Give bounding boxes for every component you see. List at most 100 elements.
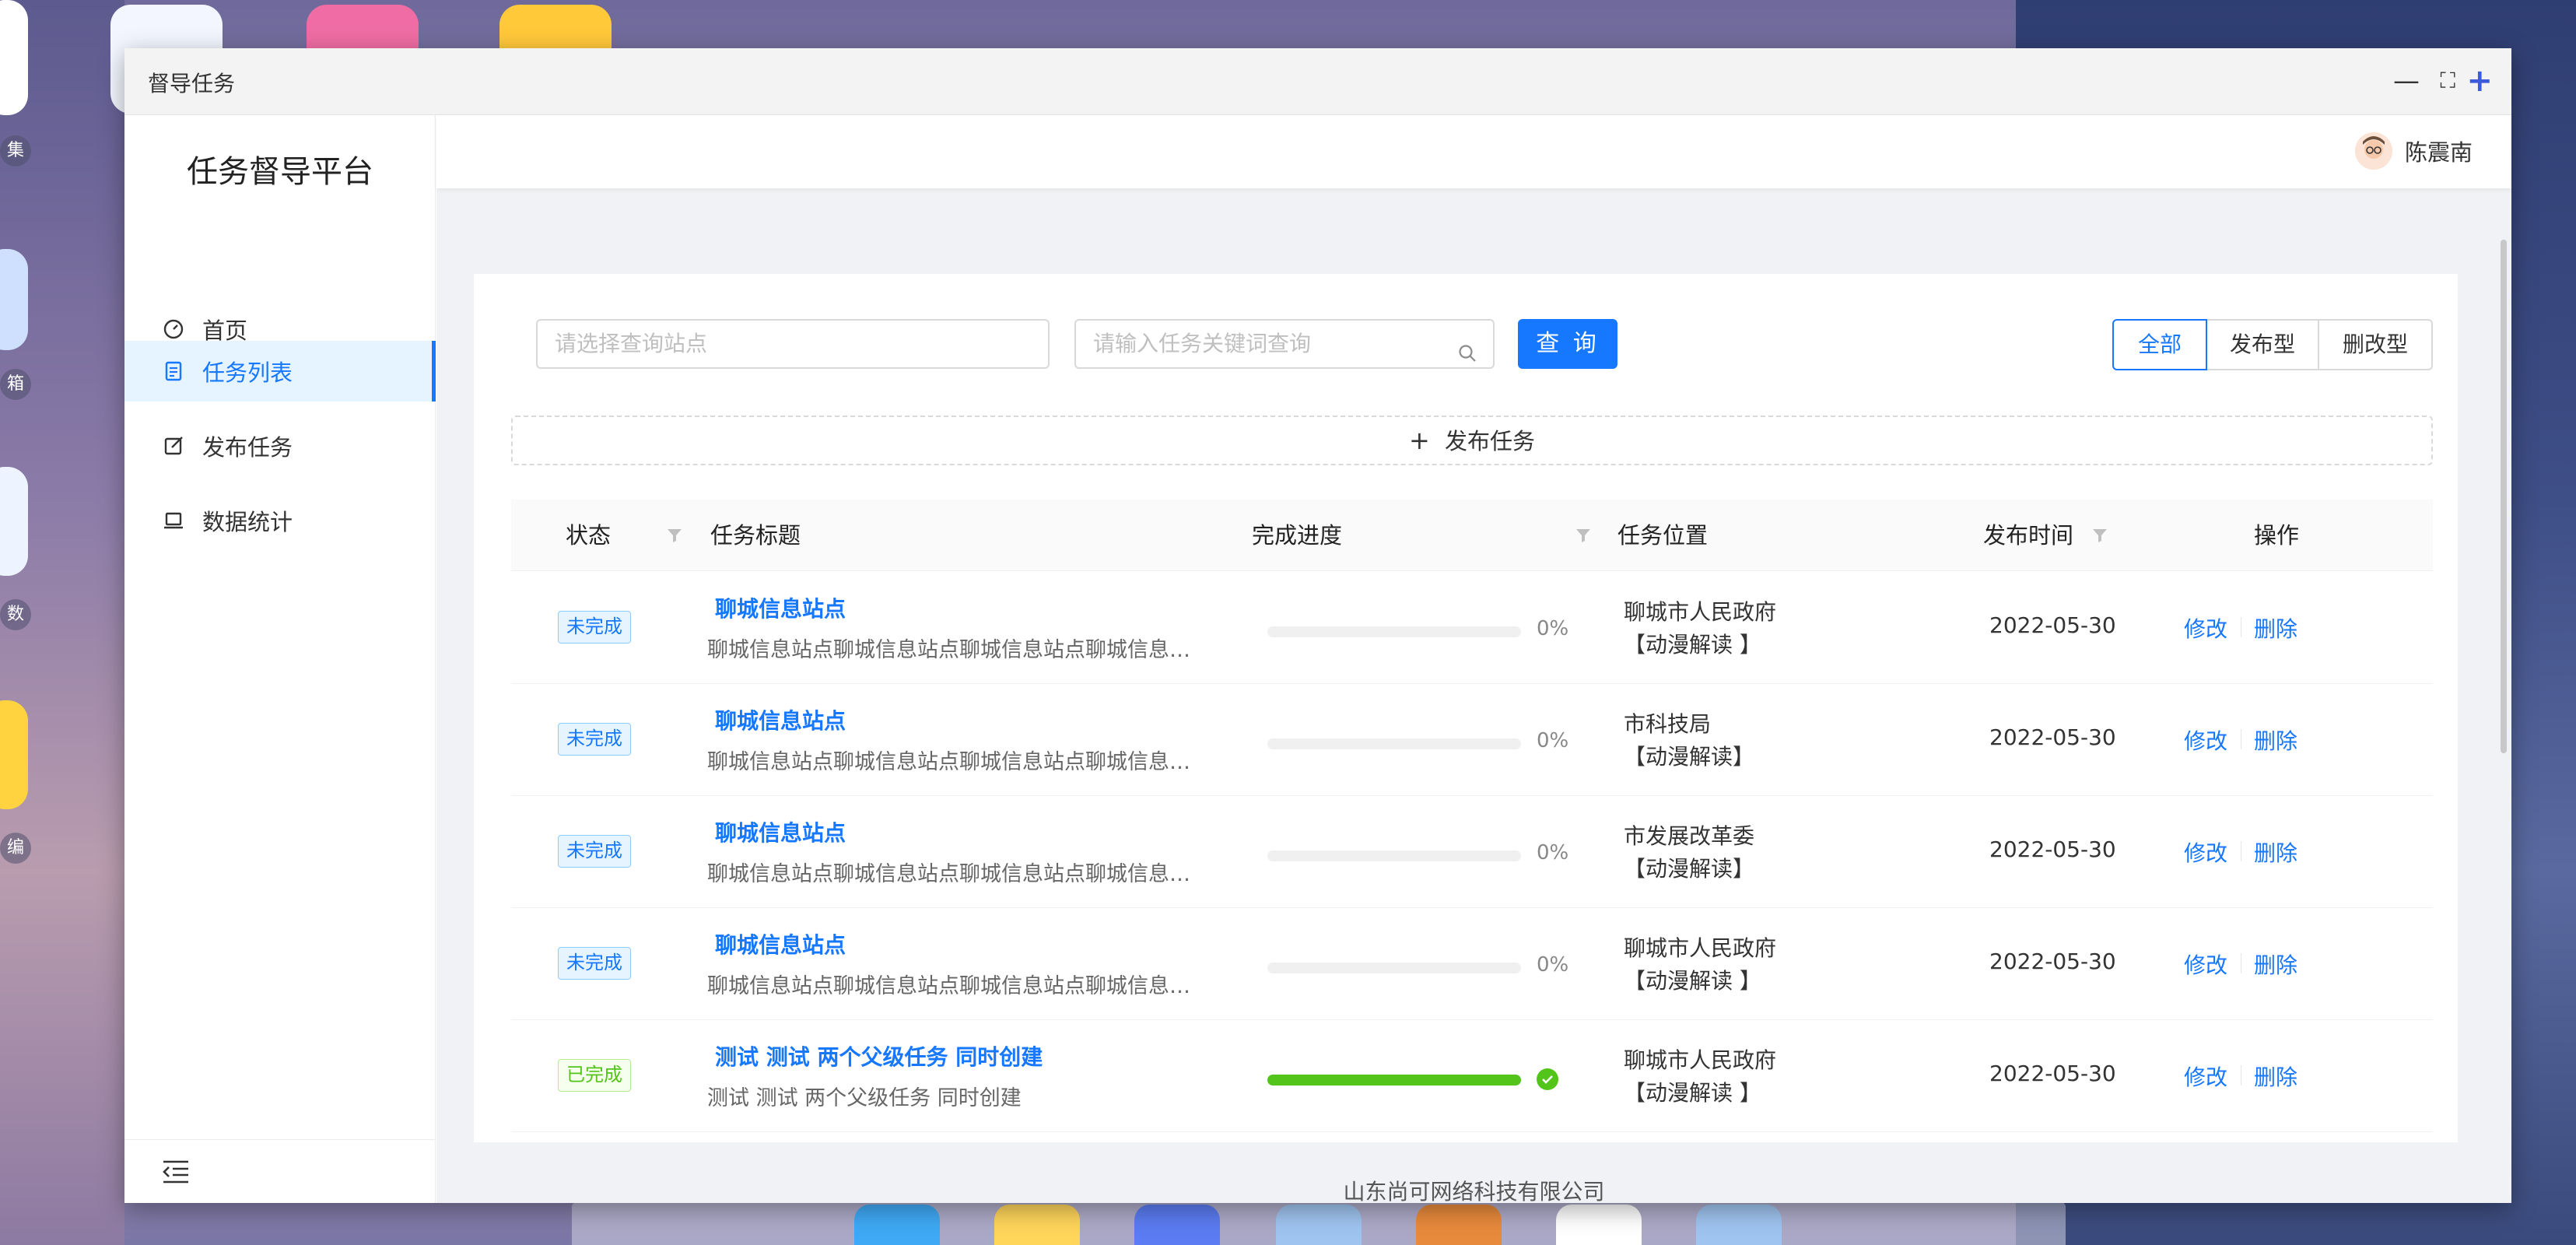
query-button[interactable]: 查 询 (1518, 319, 1617, 369)
search-icon[interactable] (1457, 333, 1477, 380)
site-select[interactable]: 请选择查询站点 (536, 319, 1050, 369)
top-header: 陈震南 (436, 115, 2511, 188)
desktop-app-icon[interactable] (0, 0, 28, 115)
dock-app-icon[interactable] (1416, 1205, 1502, 1245)
delete-button[interactable]: 删除 (2254, 612, 2297, 644)
dock-app-icon[interactable] (1276, 1205, 1362, 1245)
desktop-app-icon[interactable] (0, 249, 28, 350)
sidebar-item-statistics[interactable]: 数据统计 (124, 490, 436, 551)
delete-button[interactable]: 删除 (2254, 724, 2297, 756)
sidebar-item-label: 发布任务 (202, 434, 293, 461)
task-description: 聊城信息站点聊城信息站点聊城信息站点聊城信息站点聊城信息站点 (707, 750, 1205, 774)
publish-task-label: 发布任务 (1445, 428, 1536, 454)
add-icon[interactable]: + (2466, 65, 2493, 96)
column-header-status: 状态 (566, 522, 612, 549)
list-icon (162, 359, 185, 383)
progress-bar (1267, 1075, 1521, 1085)
status-badge: 未完成 (558, 723, 631, 756)
table-row: 未完成 聊城信息站点 聊城信息站点聊城信息站点聊城信息站点聊城信息站点聊城信息站… (511, 908, 2433, 1020)
scrollbar[interactable] (2501, 240, 2507, 753)
task-description: 聊城信息站点聊城信息站点聊城信息站点聊城信息站点聊城信息站点 (707, 974, 1205, 998)
task-title-link[interactable]: 聊城信息站点 (715, 928, 846, 959)
column-header-progress: 完成进度 (1252, 522, 1343, 549)
desktop-app-icon[interactable] (0, 467, 28, 576)
sidebar-item-label: 数据统计 (202, 509, 293, 535)
app-window: 督导任务 — ⛶ + 任务督导平台 首页 任务列表 发布任务 数据统计 陈震南 … (124, 48, 2511, 1205)
dock-app-icon[interactable] (994, 1205, 1080, 1245)
desktop-app-label: 编 (0, 833, 31, 864)
progress-fill (1267, 1075, 1521, 1085)
task-description: 聊城信息站点聊城信息站点聊城信息站点聊城信息站点聊城信息站点 (707, 638, 1205, 662)
sidebar: 任务督导平台 首页 任务列表 发布任务 数据统计 (124, 115, 436, 1203)
dock-app-icon[interactable] (1556, 1205, 1642, 1245)
sidebar-footer (124, 1139, 436, 1203)
search-input[interactable]: 请输入任务关键词查询 (1074, 319, 1495, 369)
edit-button[interactable]: 修改 (2184, 1061, 2227, 1092)
minimize-icon[interactable]: — (2393, 65, 2420, 96)
publish-date: 2022-05-30 (1989, 836, 2116, 862)
filter-icon[interactable] (1575, 528, 1591, 543)
fullscreen-icon[interactable]: ⛶ (2440, 65, 2455, 96)
publish-date: 2022-05-30 (1989, 949, 2116, 974)
brand-title: 任务督导平台 (187, 154, 373, 190)
desktop-app-icon[interactable] (0, 700, 28, 809)
filter-all-button[interactable]: 全部 (2112, 319, 2207, 370)
progress-text: 0% (1537, 729, 1569, 752)
location-primary: 市科技局 (1624, 711, 1712, 737)
task-title-link[interactable]: 聊城信息站点 (715, 704, 846, 735)
delete-button[interactable]: 删除 (2254, 836, 2297, 868)
filter-edit-type-button[interactable]: 删改型 (2318, 319, 2433, 370)
status-badge: 未完成 (558, 835, 631, 868)
column-header-title: 任务标题 (710, 522, 801, 549)
publish-date: 2022-05-30 (1989, 724, 2116, 750)
user-menu[interactable]: 陈震南 (2354, 132, 2473, 170)
progress-text: 0% (1537, 617, 1569, 640)
window-titlebar[interactable]: 督导任务 — ⛶ + (124, 48, 2511, 115)
task-title-link[interactable]: 聊城信息站点 (715, 816, 846, 847)
edit-button[interactable]: 修改 (2184, 612, 2227, 644)
location-primary: 聊城市人民政府 (1624, 935, 1777, 961)
status-badge: 未完成 (558, 611, 631, 644)
dock-app-icon[interactable] (854, 1205, 940, 1245)
laptop-icon (162, 509, 185, 532)
table-row: 已完成 测试 测试 两个父级任务 同时创建 测试 测试 两个父级任务 同时创建 … (511, 1020, 2433, 1132)
sidebar-item-publish[interactable]: 发布任务 (124, 416, 436, 476)
progress-text: 0% (1537, 953, 1569, 977)
status-badge: 未完成 (558, 947, 631, 980)
main-content: 陈震南 请选择查询站点 请输入任务关键词查询 查 询 全部 发布型 删改型 + … (436, 115, 2511, 1205)
site-select-placeholder: 请选择查询站点 (555, 331, 708, 356)
progress-bar (1267, 850, 1521, 861)
filter-publish-type-button[interactable]: 发布型 (2206, 319, 2319, 370)
publish-date: 2022-05-30 (1989, 612, 2116, 638)
menu-fold-icon[interactable] (162, 1159, 190, 1188)
edit-button[interactable]: 修改 (2184, 949, 2227, 980)
publish-task-button[interactable]: + 发布任务 (511, 416, 2433, 465)
dock-app-icon[interactable] (1696, 1205, 1782, 1245)
filter-icon[interactable] (667, 528, 682, 543)
dock-app-icon[interactable] (1134, 1205, 1220, 1245)
sidebar-item-task-list[interactable]: 任务列表 (124, 341, 436, 402)
task-title-link[interactable]: 测试 测试 两个父级任务 同时创建 (715, 1040, 1043, 1071)
location-primary: 聊城市人民政府 (1624, 599, 1777, 625)
task-description: 聊城信息站点聊城信息站点聊城信息站点聊城信息站点聊城信息站点 (707, 862, 1205, 886)
progress-bar (1267, 738, 1521, 749)
window-title: 督导任务 (148, 71, 236, 96)
filter-icon[interactable] (2092, 528, 2108, 543)
user-name: 陈震南 (2404, 139, 2473, 166)
progress-bar (1267, 963, 1521, 973)
delete-button[interactable]: 删除 (2254, 949, 2297, 980)
task-list-card: 请选择查询站点 请输入任务关键词查询 查 询 全部 发布型 删改型 + 发布任务… (474, 274, 2458, 1142)
progress-bar (1267, 626, 1521, 637)
column-header-date: 发布时间 (1983, 522, 2074, 549)
desktop-app-label: 数 (0, 599, 31, 630)
location-secondary: 【动漫解读 】 (1624, 1080, 1761, 1106)
task-title-link[interactable]: 聊城信息站点 (715, 592, 846, 623)
table-header: 状态 任务标题 完成进度 任务位置 发布时间 操作 (511, 500, 2433, 571)
table-row: 未完成 聊城信息站点 聊城信息站点聊城信息站点聊城信息站点聊城信息站点聊城信息站… (511, 684, 2433, 796)
edit-icon (162, 434, 185, 458)
desktop-app-label: 集 (0, 135, 31, 167)
edit-button[interactable]: 修改 (2184, 724, 2227, 756)
delete-button[interactable]: 删除 (2254, 1061, 2297, 1092)
edit-button[interactable]: 修改 (2184, 836, 2227, 868)
table-row: 未完成 聊城信息站点 聊城信息站点聊城信息站点聊城信息站点聊城信息站点聊城信息站… (511, 572, 2433, 684)
